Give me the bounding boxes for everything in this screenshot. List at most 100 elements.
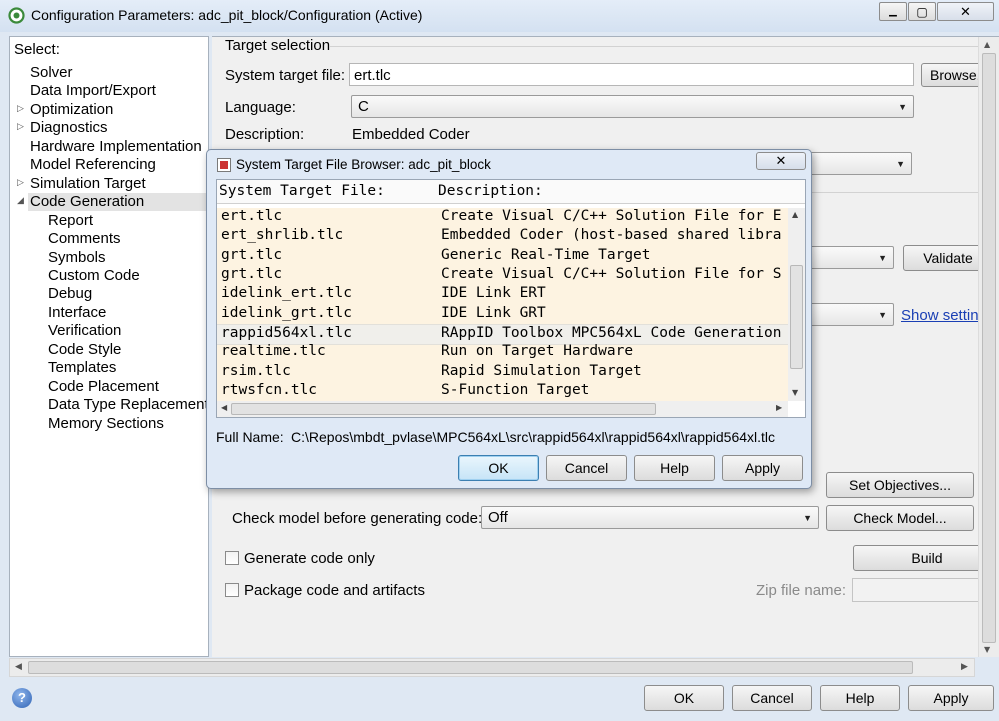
list-scroll-thumb[interactable]	[790, 265, 803, 369]
description-value: Embedded Coder	[352, 126, 470, 143]
hidden-dropdown-3[interactable]: ▼	[802, 303, 894, 326]
dialog-ok-button[interactable]: OK	[458, 455, 539, 481]
list-scroll-right-icon[interactable]: ▶	[776, 403, 782, 412]
target-file-row[interactable]: ert_shrlib.tlc Embedded Coder (host-based…	[217, 227, 788, 246]
target-file-description: Create Visual C/C++ Solution File for E	[441, 208, 782, 224]
expanded-arrow-icon[interactable]: ◢	[17, 196, 24, 206]
sidebar-item-debug[interactable]: Debug	[48, 285, 92, 303]
sidebar-item-optimization[interactable]: Optimization	[30, 101, 113, 119]
sidebar-item-report[interactable]: Report	[48, 212, 93, 230]
system-target-file-label: System target file:	[225, 67, 346, 84]
target-file-name: rtwsfcn.tlc	[221, 382, 318, 399]
scroll-right-icon[interactable]: ▶	[961, 662, 968, 672]
target-file-description: IDE Link GRT	[441, 304, 546, 321]
list-h-scroll-thumb[interactable]	[231, 403, 656, 415]
hidden-dropdown-2[interactable]: ▼	[802, 246, 894, 269]
list-horizontal-scrollbar[interactable]: ◀ ▶	[217, 401, 788, 417]
h-scroll-thumb[interactable]	[28, 661, 913, 674]
sidebar-item-custom-code[interactable]: Custom Code	[48, 267, 140, 285]
language-dropdown[interactable]: C ▼	[351, 95, 914, 118]
help-icon[interactable]: ?	[12, 688, 32, 708]
target-file-description: S-Function Target	[441, 382, 590, 399]
target-file-row[interactable]: rtwsfcn.tlc S-Function Target	[217, 382, 788, 401]
minimize-button[interactable]: ▁	[879, 2, 907, 21]
sidebar-item-templates[interactable]: Templates	[48, 359, 116, 377]
zip-file-field[interactable]	[852, 578, 999, 602]
vertical-scrollbar[interactable]: ▲ ▼	[978, 37, 999, 657]
sidebar-item-symbols[interactable]: Symbols	[48, 249, 106, 267]
scroll-up-icon[interactable]: ▲	[984, 40, 990, 49]
list-rows: ert.tlc Create Visual C/C++ Solution File…	[217, 208, 788, 401]
target-file-row[interactable]: rappid564xl.tlc RAppID Toolbox MPC564xL C…	[217, 324, 788, 346]
target-file-row[interactable]: realtime.tlc Run on Target Hardware	[217, 343, 788, 362]
check-model-value: Off	[488, 509, 508, 526]
title-bar: Configuration Parameters: adc_pit_block/…	[0, 0, 999, 32]
list-scroll-up-icon[interactable]: ▲	[792, 210, 798, 219]
sidebar-item-data-type-replacement[interactable]: Data Type Replacement	[48, 396, 208, 414]
dialog-title: System Target File Browser: adc_pit_bloc…	[236, 157, 491, 172]
target-file-list[interactable]: System Target File: Description: ert.tlc…	[216, 179, 806, 418]
target-browser-dialog: System Target File Browser: adc_pit_bloc…	[206, 149, 812, 489]
collapsed-arrow-icon[interactable]: ▷	[17, 122, 24, 132]
column-header-file[interactable]: System Target File:	[219, 183, 385, 199]
sidebar-item-code-generation[interactable]: Code Generation	[30, 193, 144, 211]
footer-apply-button[interactable]: Apply	[908, 685, 994, 711]
dialog-apply-button[interactable]: Apply	[722, 455, 803, 481]
close-window-button[interactable]: ✕	[937, 2, 994, 21]
sidebar-header: Select:	[14, 41, 60, 58]
check-model-dropdown[interactable]: Off ▼	[481, 506, 819, 529]
target-file-row[interactable]: grt.tlc Generic Real-Time Target	[217, 247, 788, 266]
sidebar-item-diagnostics[interactable]: Diagnostics	[30, 119, 108, 137]
target-file-row[interactable]: rsim.tlc Rapid Simulation Target	[217, 363, 788, 382]
target-file-name: ert.tlc	[221, 208, 283, 224]
scroll-down-icon[interactable]: ▼	[984, 645, 990, 654]
footer-cancel-button[interactable]: Cancel	[732, 685, 812, 711]
sidebar-item-solver[interactable]: Solver	[30, 64, 73, 82]
list-vertical-scrollbar[interactable]: ▲ ▼	[788, 208, 805, 401]
collapsed-arrow-icon[interactable]: ▷	[17, 104, 24, 114]
footer-help-button[interactable]: Help	[820, 685, 900, 711]
sidebar-item-verification[interactable]: Verification	[48, 322, 121, 340]
horizontal-scrollbar[interactable]: ◀ ▶	[9, 658, 975, 677]
sidebar-item-code-style[interactable]: Code Style	[48, 341, 121, 359]
sidebar-item-interface[interactable]: Interface	[48, 304, 106, 322]
target-file-row[interactable]: idelink_grt.tlc IDE Link GRT	[217, 305, 788, 324]
maximize-button[interactable]: ▢	[908, 2, 936, 21]
list-scroll-down-icon[interactable]: ▼	[792, 388, 798, 397]
sidebar-item-simulation-target[interactable]: Simulation Target	[30, 175, 146, 193]
target-file-description: Embedded Coder (host-based shared libra	[441, 227, 782, 244]
dialog-help-button[interactable]: Help	[634, 455, 715, 481]
package-code-checkbox[interactable]	[225, 583, 239, 597]
dialog-close-button[interactable]: ✕	[756, 152, 806, 170]
collapsed-arrow-icon[interactable]: ▷	[17, 178, 24, 188]
chevron-down-icon: ▼	[878, 309, 887, 320]
sidebar-item-model-referencing[interactable]: Model Referencing	[30, 156, 156, 174]
check-model-button[interactable]: Check Model...	[826, 505, 974, 531]
column-header-description[interactable]: Description:	[438, 183, 543, 199]
system-target-file-field[interactable]: ert.tlc	[349, 63, 914, 86]
set-objectives-button[interactable]: Set Objectives...	[826, 472, 974, 498]
dialog-cancel-button[interactable]: Cancel	[546, 455, 627, 481]
list-scroll-left-icon[interactable]: ◀	[221, 403, 227, 412]
generate-code-only-label: Generate code only	[244, 550, 375, 567]
chevron-down-icon: ▼	[898, 101, 907, 112]
target-file-name: idelink_ert.tlc	[221, 285, 352, 302]
target-file-row[interactable]: grt.tlc Create Visual C/C++ Solution File…	[217, 266, 788, 285]
sidebar-item-hardware-implementation[interactable]: Hardware Implementation	[30, 138, 202, 156]
sidebar-item-data-import-export[interactable]: Data Import/Export	[30, 82, 156, 100]
scroll-thumb[interactable]	[982, 53, 996, 643]
footer-ok-button[interactable]: OK	[644, 685, 724, 711]
target-file-description: Rapid Simulation Target	[441, 362, 642, 379]
target-file-name: rappid564xl.tlc	[221, 325, 352, 342]
sidebar-item-code-placement[interactable]: Code Placement	[48, 378, 159, 396]
target-file-name: realtime.tlc	[221, 343, 326, 360]
hidden-dropdown-1[interactable]: ▼	[802, 152, 912, 175]
generate-code-only-checkbox[interactable]	[225, 551, 239, 565]
chevron-down-icon: ▼	[803, 512, 812, 523]
sidebar-item-comments[interactable]: Comments	[48, 230, 121, 248]
target-file-row[interactable]: ert.tlc Create Visual C/C++ Solution File…	[217, 208, 788, 227]
target-file-row[interactable]: idelink_ert.tlc IDE Link ERT	[217, 285, 788, 304]
group-divider	[330, 46, 999, 47]
sidebar-item-memory-sections[interactable]: Memory Sections	[48, 415, 164, 433]
scroll-left-icon[interactable]: ◀	[15, 662, 22, 672]
